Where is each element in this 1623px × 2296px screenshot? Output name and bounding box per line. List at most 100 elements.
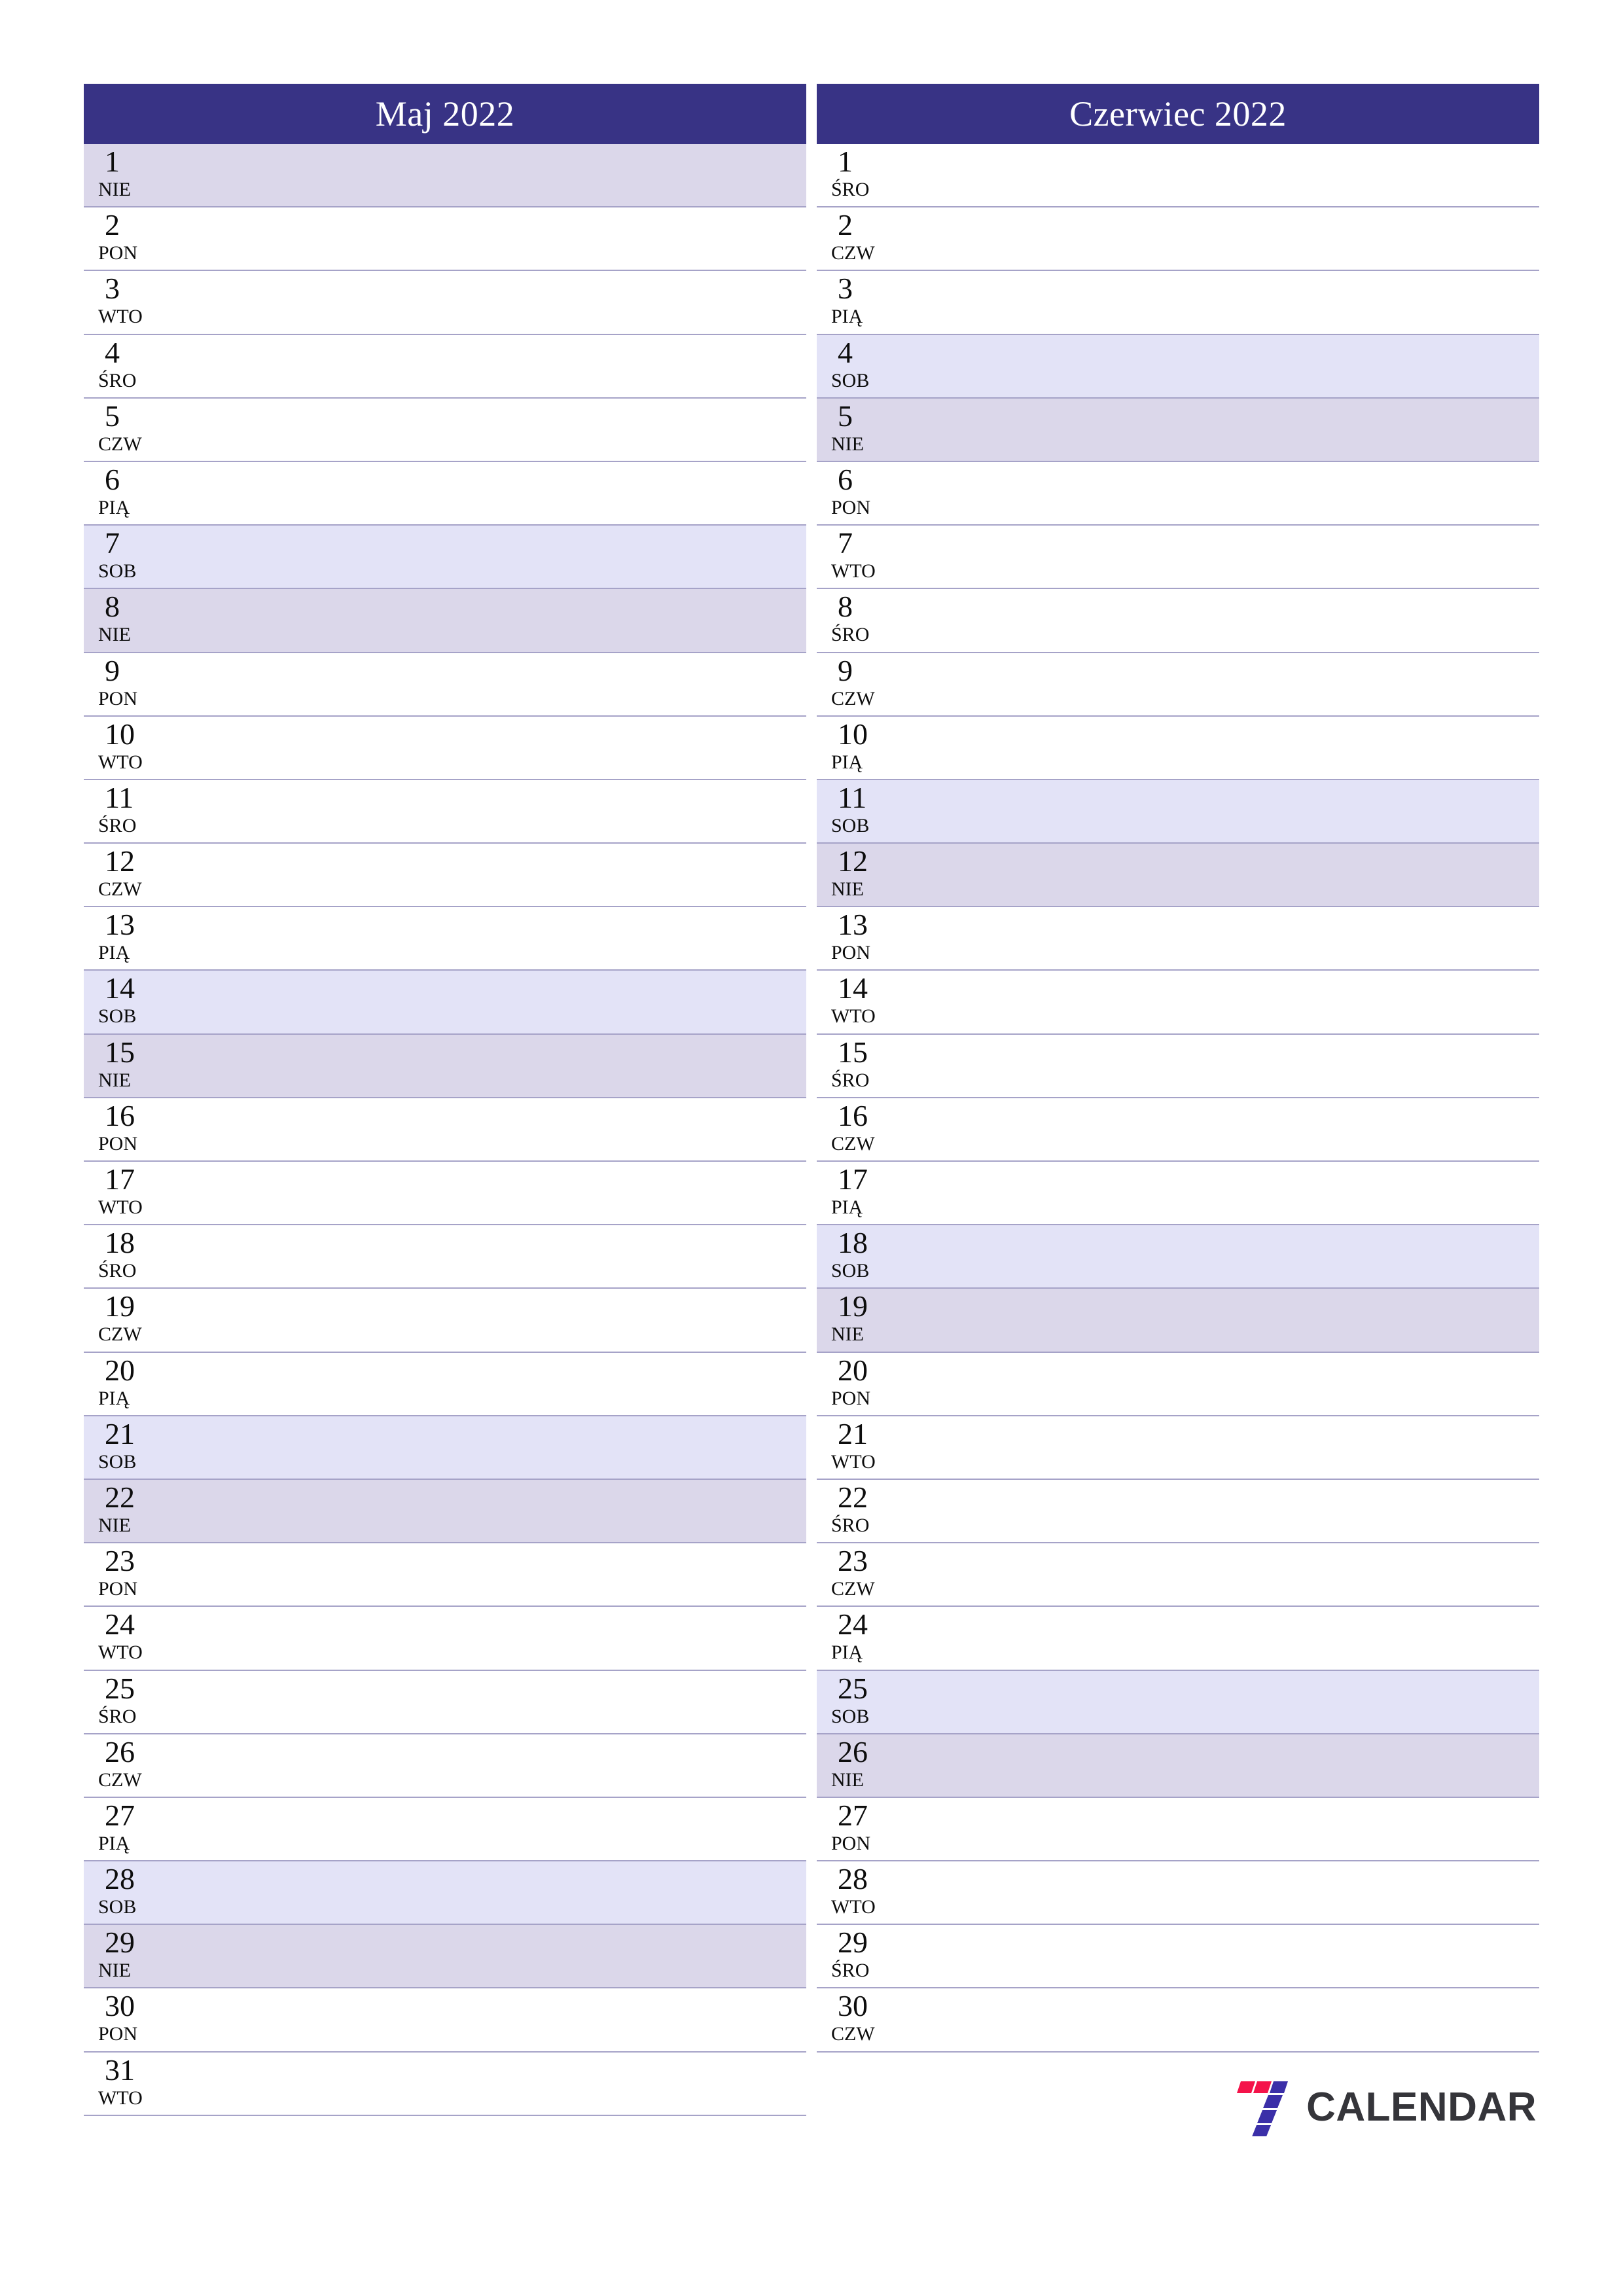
day-row[interactable]: 9 CZW	[817, 653, 1539, 717]
day-row[interactable]: 5 NIE	[817, 398, 1539, 462]
day-row[interactable]: 27 PON	[817, 1797, 1539, 1862]
day-number: 20	[105, 1353, 135, 1387]
day-number: 16	[105, 1098, 135, 1132]
day-row[interactable]: 26 CZW	[84, 1734, 806, 1798]
day-abbreviation: NIE	[831, 878, 864, 901]
day-row[interactable]: 28 WTO	[817, 1861, 1539, 1926]
day-row[interactable]: 8 NIE	[84, 589, 806, 653]
day-number: 9	[838, 653, 853, 687]
day-row[interactable]: 17 WTO	[84, 1162, 806, 1226]
day-number: 1	[105, 145, 120, 178]
day-abbreviation: ŚRO	[831, 1960, 870, 1982]
day-row[interactable]: 18 SOB	[817, 1225, 1539, 1289]
day-row[interactable]: 23 PON	[84, 1543, 806, 1607]
day-number: 28	[838, 1862, 868, 1896]
day-abbreviation: CZW	[831, 1132, 875, 1155]
day-abbreviation: ŚRO	[98, 1260, 137, 1282]
day-abbreviation: CZW	[831, 242, 875, 264]
day-number: 29	[838, 1926, 868, 1960]
day-row[interactable]: 3 PIĄ	[817, 271, 1539, 335]
day-row[interactable]: 21 SOB	[84, 1416, 806, 1480]
day-row[interactable]: 7 WTO	[817, 526, 1539, 590]
day-abbreviation: WTO	[831, 1450, 876, 1473]
day-row[interactable]: 16 CZW	[817, 1098, 1539, 1162]
day-row[interactable]: 25 ŚRO	[84, 1670, 806, 1734]
day-row[interactable]: 14 SOB	[84, 971, 806, 1035]
day-row[interactable]: 15 ŚRO	[817, 1034, 1539, 1098]
day-row[interactable]: 6 PIĄ	[84, 461, 806, 526]
day-row[interactable]: 4 SOB	[817, 334, 1539, 399]
day-abbreviation: PIĄ	[831, 306, 863, 328]
day-abbreviation: ŚRO	[831, 1069, 870, 1091]
day-row[interactable]: 6 PON	[817, 461, 1539, 526]
day-abbreviation: SOB	[831, 369, 870, 391]
day-number: 18	[105, 1226, 135, 1260]
day-row[interactable]: 17 PIĄ	[817, 1162, 1539, 1226]
day-row[interactable]: 10 WTO	[84, 716, 806, 780]
day-row[interactable]: 9 PON	[84, 653, 806, 717]
day-row[interactable]: 14 WTO	[817, 971, 1539, 1035]
day-row[interactable]: 19 CZW	[84, 1289, 806, 1353]
day-row[interactable]: 30 CZW	[817, 1988, 1539, 2053]
day-row[interactable]: 26 NIE	[817, 1734, 1539, 1798]
day-number: 21	[105, 1416, 135, 1450]
day-number: 6	[838, 462, 853, 496]
day-abbreviation: ŚRO	[831, 624, 870, 646]
day-number: 30	[105, 1989, 135, 2023]
day-abbreviation: SOB	[831, 814, 870, 836]
day-row[interactable]: 29 NIE	[84, 1925, 806, 1989]
day-row[interactable]: 1 NIE	[84, 144, 806, 208]
day-row[interactable]: 3 WTO	[84, 271, 806, 335]
day-number: 12	[838, 844, 868, 878]
day-row[interactable]: 4 ŚRO	[84, 334, 806, 399]
day-row[interactable]: 20 PIĄ	[84, 1352, 806, 1416]
day-row[interactable]: 1 ŚRO	[817, 144, 1539, 208]
day-row[interactable]: 19 NIE	[817, 1289, 1539, 1353]
day-row[interactable]: 11 SOB	[817, 780, 1539, 844]
day-row[interactable]: 28 SOB	[84, 1861, 806, 1926]
month-column-right: Czerwiec 2022 1 ŚRO 2 CZW 3 PIĄ 4 SOB 5 NIE 6 PON 7 W…	[817, 84, 1539, 2149]
day-row[interactable]: 22 NIE	[84, 1479, 806, 1544]
day-row[interactable]: 24 WTO	[84, 1607, 806, 1671]
day-number: 14	[105, 971, 135, 1005]
day-row[interactable]: 12 NIE	[817, 844, 1539, 908]
day-number: 9	[105, 653, 120, 687]
day-number: 15	[838, 1035, 868, 1069]
day-row[interactable]: 15 NIE	[84, 1034, 806, 1098]
calendar-logo: CALENDAR	[1232, 2076, 1537, 2149]
day-row[interactable]: 29 ŚRO	[817, 1925, 1539, 1989]
day-row[interactable]: 13 PON	[817, 907, 1539, 971]
day-number: 3	[105, 272, 120, 306]
day-row[interactable]: 5 CZW	[84, 398, 806, 462]
day-number: 29	[105, 1926, 135, 1960]
day-row[interactable]: 11 ŚRO	[84, 780, 806, 844]
day-row[interactable]: 21 WTO	[817, 1416, 1539, 1480]
day-number: 27	[838, 1798, 868, 1832]
day-abbreviation: NIE	[98, 1069, 131, 1091]
day-row[interactable]: 7 SOB	[84, 526, 806, 590]
day-row[interactable]: 13 PIĄ	[84, 907, 806, 971]
day-row[interactable]: 22 ŚRO	[817, 1479, 1539, 1544]
day-row[interactable]: 24 PIĄ	[817, 1607, 1539, 1671]
day-abbreviation: WTO	[98, 1641, 143, 1664]
day-row[interactable]: 12 CZW	[84, 844, 806, 908]
day-number: 22	[838, 1480, 868, 1514]
day-row[interactable]: 30 PON	[84, 1988, 806, 2053]
day-abbreviation: ŚRO	[98, 814, 137, 836]
day-list-left: 1 NIE 2 PON 3 WTO 4 ŚRO 5 CZW 6 PIĄ 7 SOB 8 NIE 9 PON 10 WT…	[84, 144, 806, 2116]
day-row[interactable]: 2 PON	[84, 207, 806, 272]
day-row[interactable]: 8 ŚRO	[817, 589, 1539, 653]
day-row[interactable]: 2 CZW	[817, 207, 1539, 272]
day-row[interactable]: 16 PON	[84, 1098, 806, 1162]
day-row[interactable]: 20 PON	[817, 1352, 1539, 1416]
day-number: 25	[105, 1671, 135, 1705]
day-row[interactable]: 18 ŚRO	[84, 1225, 806, 1289]
day-abbreviation: PIĄ	[831, 1196, 863, 1218]
month-columns: Maj 2022 1 NIE 2 PON 3 WTO 4 ŚRO 5 CZW 6 PIĄ 7 SOB 8 NI…	[84, 84, 1539, 2296]
day-row[interactable]: 23 CZW	[817, 1543, 1539, 1607]
day-row[interactable]: 31 WTO	[84, 2052, 806, 2116]
day-row[interactable]: 10 PIĄ	[817, 716, 1539, 780]
day-row[interactable]: 25 SOB	[817, 1670, 1539, 1734]
day-row[interactable]: 27 PIĄ	[84, 1797, 806, 1862]
day-number: 12	[105, 844, 135, 878]
